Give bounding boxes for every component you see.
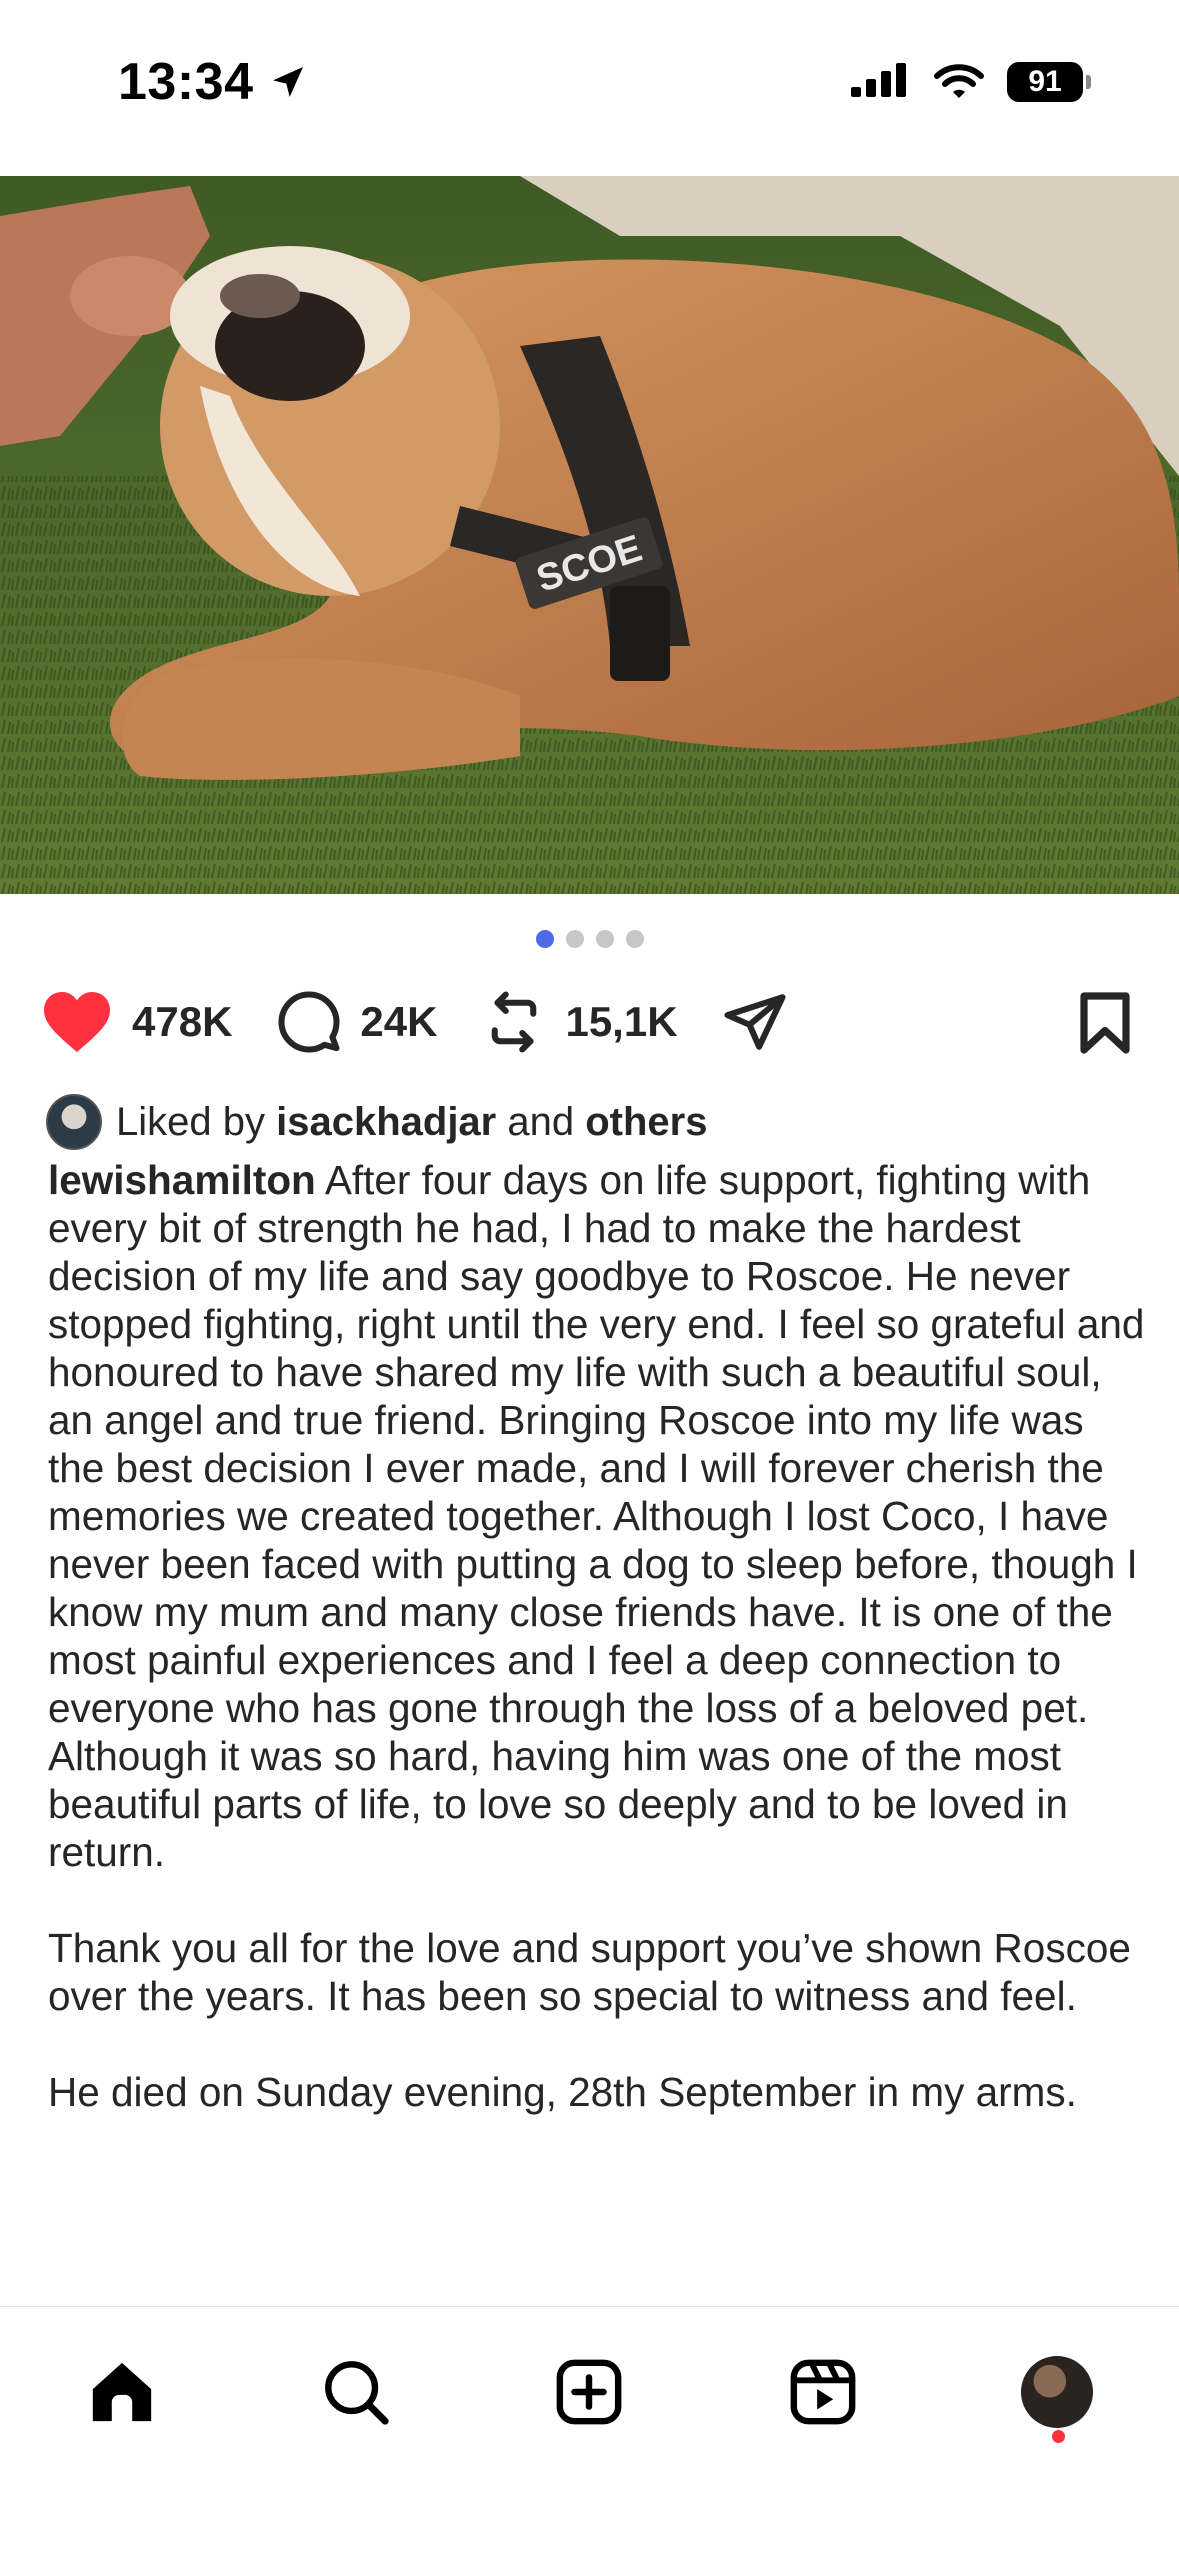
liked-by-others[interactable]: others [585, 1100, 707, 1145]
tab-search[interactable] [311, 2347, 401, 2437]
liker-avatar[interactable] [46, 1094, 102, 1150]
carousel-indicator [0, 930, 1179, 948]
repost-action[interactable]: 15,1K [481, 989, 678, 1055]
bookmark-icon[interactable] [1074, 990, 1136, 1056]
liked-by-prefix: Liked by [116, 1099, 277, 1144]
tab-home[interactable] [77, 2347, 167, 2437]
repost-count: 15,1K [565, 998, 678, 1045]
carousel-dot [625, 930, 644, 948]
caption-text: After four days on life support, fightin… [48, 1157, 1145, 1875]
share-action[interactable] [722, 989, 788, 1055]
reels-icon[interactable] [788, 2357, 858, 2427]
post-image[interactable]: SCOE [0, 176, 1179, 894]
tab-profile[interactable] [1012, 2347, 1102, 2437]
time-text: 13:34 [118, 53, 254, 111]
cellular-signal-icon [851, 63, 906, 97]
comment-count: 24K [360, 998, 438, 1045]
liked-by-user[interactable]: isackhadjar [276, 1100, 496, 1145]
caption-paragraph: He died on Sunday evening, 28th Septembe… [48, 2069, 1077, 2115]
status-time: 13:34 [118, 52, 308, 112]
caption-username[interactable]: lewishamilton [48, 1157, 316, 1203]
create-post-icon[interactable] [554, 2357, 624, 2427]
like-count: 478K [132, 998, 233, 1045]
home-icon[interactable] [87, 2357, 157, 2427]
search-icon[interactable] [321, 2357, 391, 2427]
tab-reels[interactable] [778, 2347, 868, 2437]
status-icons: 91 [851, 62, 1091, 102]
liked-by-middle: and [496, 1099, 586, 1144]
battery-indicator: 91 [1007, 62, 1091, 102]
post-actions: 478K 24K 15,1K [40, 982, 1140, 1062]
profile-avatar[interactable] [1021, 2356, 1093, 2428]
repost-icon[interactable] [481, 989, 547, 1055]
caption-paragraph: lewishamilton After four days on life su… [48, 1156, 1148, 1876]
heart-icon[interactable] [40, 989, 114, 1055]
share-paper-plane-icon[interactable] [722, 989, 788, 1055]
bulldog-photo: SCOE [0, 176, 1179, 894]
carousel-dot-active [535, 930, 554, 948]
liked-by[interactable]: Liked by isackhadjar and others [46, 1092, 707, 1152]
carousel-dot [595, 930, 614, 948]
bottom-tab-bar [0, 2306, 1179, 2556]
status-bar: 13:34 91 [0, 0, 1179, 176]
notification-dot [1052, 2430, 1065, 2443]
location-arrow-icon [272, 67, 303, 97]
caption-paragraph: Thank you all for the love and support y… [48, 1925, 1131, 2019]
wifi-icon [934, 64, 984, 98]
carousel-dot [565, 930, 584, 948]
comment-action[interactable]: 24K [276, 989, 437, 1055]
like-action[interactable]: 478K [40, 989, 232, 1055]
comment-icon[interactable] [276, 989, 342, 1055]
tab-create[interactable] [544, 2347, 634, 2437]
post-caption: lewishamilton After four days on life su… [48, 1156, 1148, 2164]
